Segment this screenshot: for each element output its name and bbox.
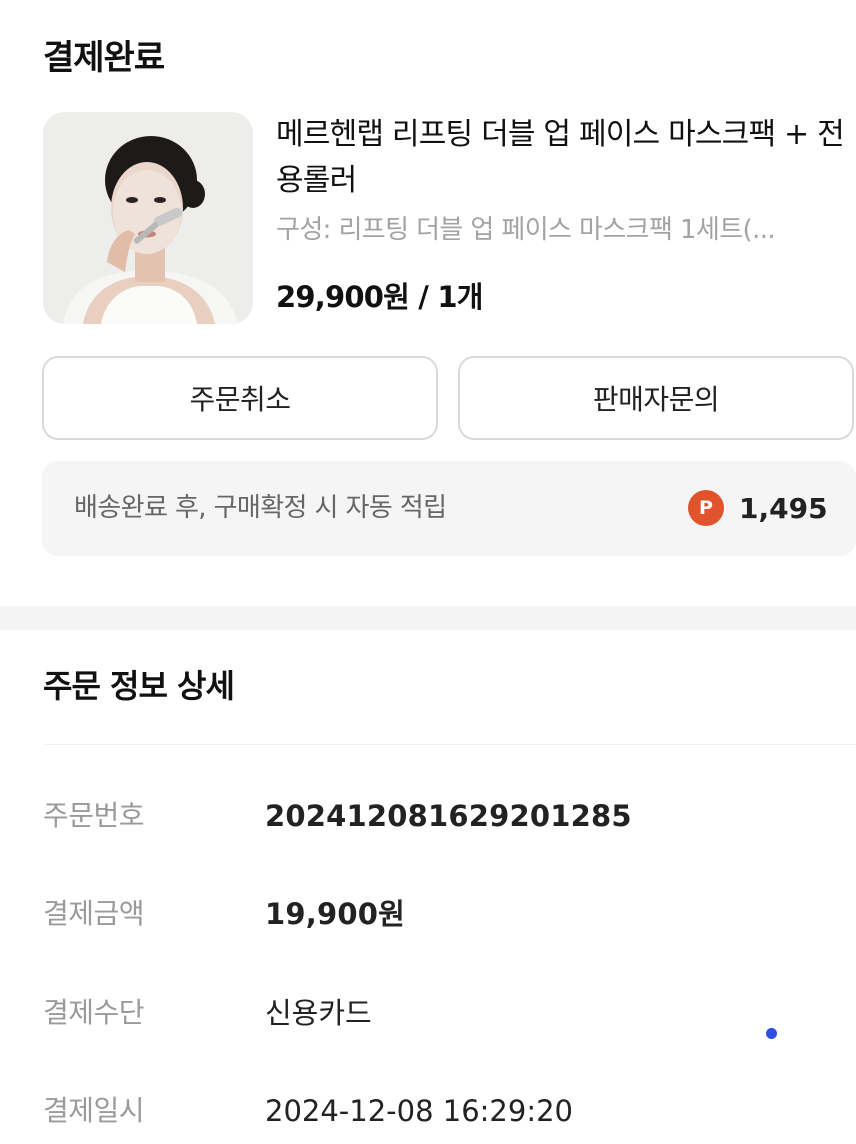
order-detail-title: 주문 정보 상세 <box>43 667 235 705</box>
cancel-order-button[interactable]: 주문취소 <box>42 356 438 440</box>
product-option: 구성: 리프팅 더블 업 페이스 마스크팩 1세트(... <box>276 215 776 245</box>
payment-datetime-value: 2024-12-08 16:29:20 <box>265 1094 573 1128</box>
payment-datetime-label: 결제일시 <box>43 1094 145 1127</box>
points-description: 배송완료 후, 구매확정 시 자동 적립 <box>74 493 447 523</box>
payment-method-value: 신용카드 <box>265 996 372 1030</box>
order-number-value: 202412081629201285 <box>265 799 632 833</box>
product-image <box>43 112 253 324</box>
payment-amount-value: 19,900원 <box>265 897 405 931</box>
section-divider-line <box>43 744 856 745</box>
indicator-dot <box>766 1028 777 1039</box>
seller-inquiry-button[interactable]: 판매자문의 <box>458 356 854 440</box>
product-card[interactable]: 메르헨랩 리프팅 더블 업 페이스 마스크팩 + 전용롤러 구성: 리프팅 더블… <box>43 112 856 324</box>
points-banner: 배송완료 후, 구매확정 시 자동 적립 P 1,495 <box>42 461 856 556</box>
payment-method-label: 결제수단 <box>43 996 145 1029</box>
payment-amount-label: 결제금액 <box>43 897 145 930</box>
section-divider <box>0 606 856 630</box>
product-price-quantity: 29,900원 / 1개 <box>276 280 483 314</box>
product-thumbnail[interactable] <box>43 112 253 324</box>
order-number-label: 주문번호 <box>43 799 145 832</box>
page-title: 결제완료 <box>43 38 165 78</box>
product-name[interactable]: 메르헨랩 리프팅 더블 업 페이스 마스크팩 + 전용롤러 <box>276 112 856 204</box>
point-icon: P <box>688 490 724 526</box>
points-amount: 1,495 <box>739 492 828 525</box>
